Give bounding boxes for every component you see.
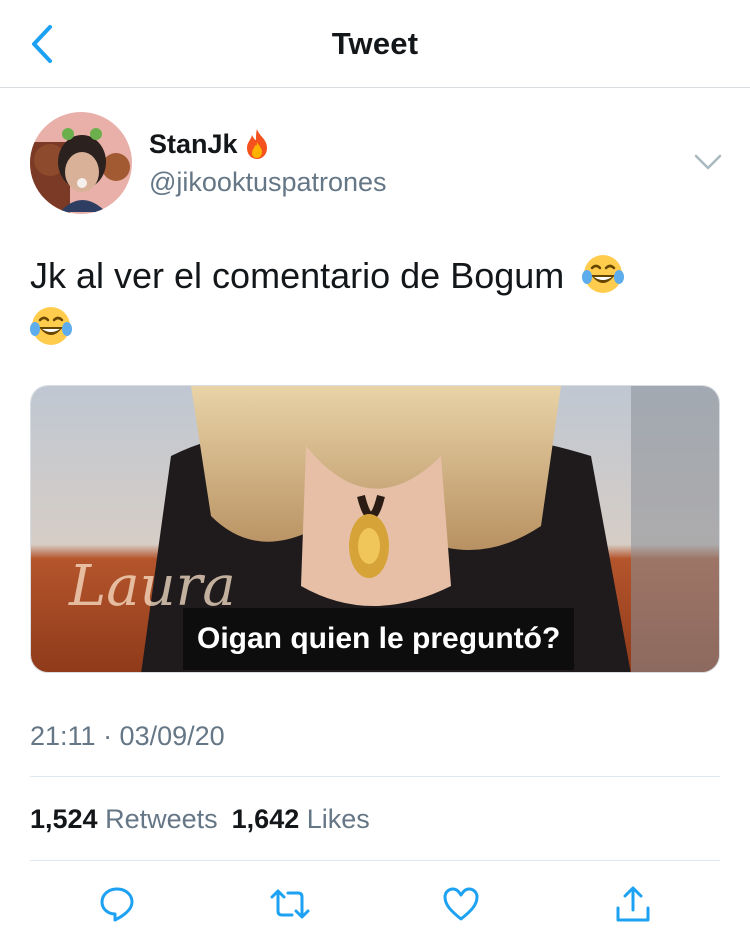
tweet-timestamp: 21:11 · 03/09/20	[30, 721, 225, 751]
tweet-stats: 1,524 Retweets 1,642 Likes	[30, 804, 374, 835]
tweet-text: Jk al ver el comentario de Bogum	[30, 250, 720, 354]
likes-label: Likes	[306, 804, 370, 834]
face-with-tears-of-joy-icon	[30, 307, 72, 345]
retweets-stat[interactable]: 1,524 Retweets	[30, 804, 222, 835]
like-icon	[443, 887, 479, 921]
likes-stat[interactable]: 1,642 Likes	[232, 804, 374, 835]
avatar[interactable]	[30, 112, 132, 214]
reply-icon	[100, 887, 134, 922]
chevron-down-icon	[694, 154, 722, 170]
divider	[30, 776, 720, 777]
tweet-text-content: Jk al ver el comentario de Bogum	[30, 255, 565, 296]
reply-button[interactable]	[93, 880, 141, 928]
navigation-bar: Tweet	[0, 0, 750, 88]
more-options-button[interactable]	[692, 150, 724, 174]
face-with-tears-of-joy-icon	[582, 255, 625, 293]
media-subtitle: Oigan quien le preguntó?	[183, 608, 575, 670]
retweet-button[interactable]	[266, 880, 314, 928]
fire-icon	[246, 129, 267, 159]
author-name-text: StanJk	[149, 128, 238, 159]
tweet-media-image[interactable]: Laura Oigan quien le preguntó?	[30, 385, 720, 673]
retweets-label: Retweets	[105, 804, 218, 834]
tweet-action-bar	[0, 880, 750, 930]
author-handle[interactable]: @jikooktuspatrones	[149, 167, 387, 198]
retweets-count: 1,524	[30, 804, 98, 834]
share-button[interactable]	[609, 880, 657, 928]
likes-count: 1,642	[231, 804, 300, 834]
divider	[30, 860, 720, 861]
retweet-icon	[270, 889, 310, 919]
author-name[interactable]: StanJk	[149, 128, 272, 160]
like-button[interactable]	[437, 880, 485, 928]
page-title: Tweet	[331, 26, 419, 61]
share-icon	[616, 886, 650, 922]
